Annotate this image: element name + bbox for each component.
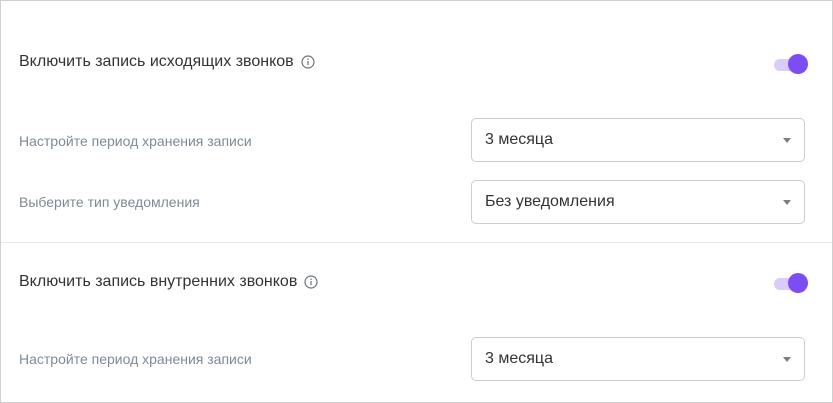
outgoing-retention-label: Настройте период хранения записи xyxy=(19,133,252,149)
select-value: Без уведомления xyxy=(485,193,615,210)
internal-recording-title: Включить запись внутренних звонков xyxy=(19,273,298,290)
outgoing-recording-title: Включить запись исходящих звонков xyxy=(19,53,294,70)
chevron-down-icon xyxy=(783,357,791,362)
call-recording-settings: Включить запись исходящих звонков Настро… xyxy=(0,0,833,403)
internal-recording-header: Включить запись внутренних звонков xyxy=(19,273,318,291)
select-value: 3 месяца xyxy=(485,350,553,367)
section-divider xyxy=(1,242,832,243)
outgoing-retention-select[interactable]: 3 месяца xyxy=(471,118,805,162)
info-icon[interactable] xyxy=(304,275,318,289)
chevron-down-icon xyxy=(783,138,791,143)
toggle-knob xyxy=(788,54,808,74)
chevron-down-icon xyxy=(783,200,791,205)
outgoing-recording-toggle[interactable] xyxy=(772,54,808,74)
info-icon[interactable] xyxy=(301,55,315,69)
internal-retention-select[interactable]: 3 месяца xyxy=(471,337,805,381)
internal-recording-toggle[interactable] xyxy=(772,273,808,293)
outgoing-recording-header: Включить запись исходящих звонков xyxy=(19,53,315,71)
select-value: 3 месяца xyxy=(485,131,553,148)
toggle-knob xyxy=(788,273,808,293)
notification-type-label: Выберите тип уведомления xyxy=(19,194,200,210)
internal-retention-label: Настройте период хранения записи xyxy=(19,351,252,367)
notification-type-select[interactable]: Без уведомления xyxy=(471,180,805,224)
